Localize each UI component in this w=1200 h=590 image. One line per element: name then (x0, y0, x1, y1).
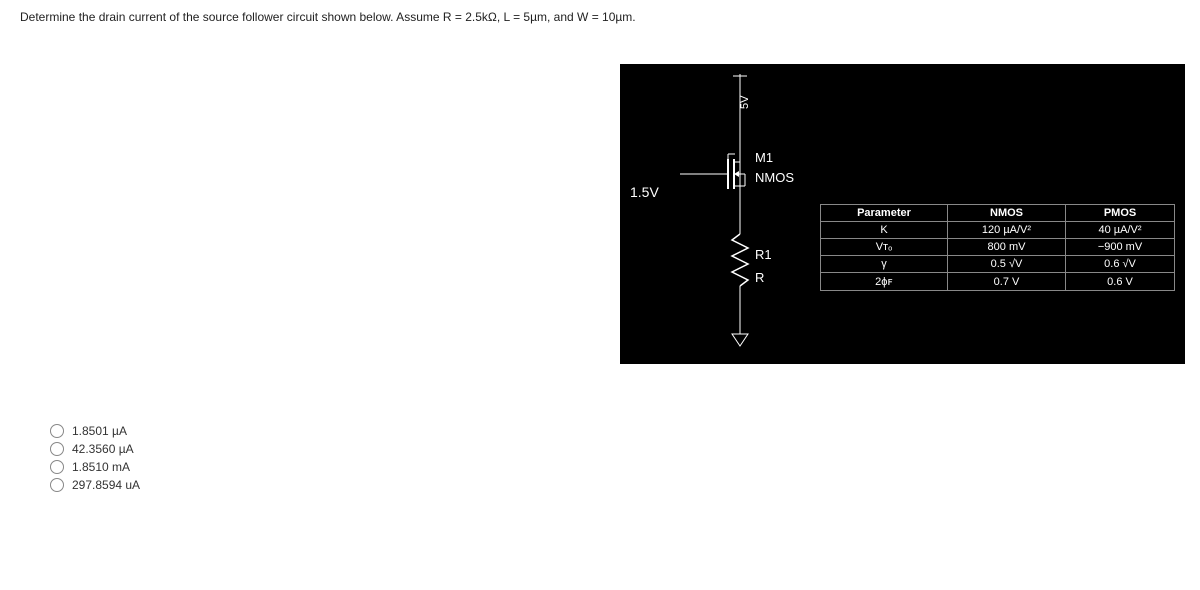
option-label: 297.8594 uA (72, 478, 140, 492)
resistor-value: R (755, 270, 764, 285)
circuit-diagram: 5V M1 NMOS 1. (620, 64, 820, 364)
radio-icon[interactable] (50, 442, 64, 456)
option-c[interactable]: 1.8510 mA (50, 460, 1180, 474)
circuit-panel: 5V M1 NMOS 1. (620, 64, 1185, 364)
option-b[interactable]: 42.3560 µA (50, 442, 1180, 456)
option-a[interactable]: 1.8501 µA (50, 424, 1180, 438)
mosfet-type: NMOS (755, 170, 794, 185)
table-header-row: Parameter NMOS PMOS (821, 205, 1175, 222)
option-label: 1.8501 µA (72, 424, 127, 438)
radio-icon[interactable] (50, 424, 64, 438)
col-parameter: Parameter (821, 205, 948, 222)
col-nmos: NMOS (947, 205, 1065, 222)
table-row: 2ϕꜰ 0.7 V 0.6 V (821, 273, 1175, 291)
table-row: Vᴛₒ 800 mV −900 mV (821, 239, 1175, 256)
vdd-label: 5V (739, 95, 751, 109)
mosfet-label: M1 (755, 150, 773, 165)
table-row: K 120 µA/V² 40 µA/V² (821, 222, 1175, 239)
resistor-label: R1 (755, 247, 772, 262)
radio-icon[interactable] (50, 460, 64, 474)
parameter-table: Parameter NMOS PMOS K 120 µA/V² 40 µA/V²… (820, 204, 1175, 291)
radio-icon[interactable] (50, 478, 64, 492)
option-label: 42.3560 µA (72, 442, 134, 456)
option-d[interactable]: 297.8594 uA (50, 478, 1180, 492)
vin-label: 1.5V (630, 184, 659, 200)
answer-options: 1.8501 µA 42.3560 µA 1.8510 mA 297.8594 … (50, 424, 1180, 492)
col-pmos: PMOS (1066, 205, 1175, 222)
option-label: 1.8510 mA (72, 460, 130, 474)
question-text: Determine the drain current of the sourc… (20, 10, 1180, 24)
table-row: γ 0.5 √V 0.6 √V (821, 256, 1175, 273)
